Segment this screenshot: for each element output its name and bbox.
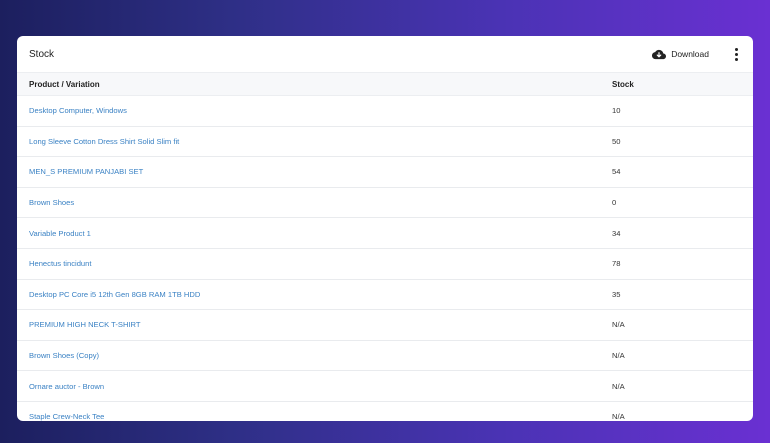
- stock-table: Product / Variation Stock Desktop Comput…: [17, 72, 753, 421]
- stock-value: N/A: [608, 340, 753, 372]
- stock-value: 34: [608, 217, 753, 249]
- table-row: Desktop Computer, Windows 10: [17, 95, 753, 127]
- product-link[interactable]: Staple Crew-Neck Tee: [17, 401, 608, 421]
- product-link[interactable]: Brown Shoes: [17, 187, 608, 219]
- table-row: Desktop PC Core i5 12th Gen 8GB RAM 1TB …: [17, 279, 753, 311]
- table-header-row: Product / Variation Stock: [17, 72, 753, 96]
- table-row: MEN_S PREMIUM PANJABI SET 54: [17, 156, 753, 188]
- card-header: Stock Download: [17, 36, 753, 72]
- table-row: Variable Product 1 34: [17, 217, 753, 249]
- download-button[interactable]: Download: [648, 47, 713, 62]
- stock-value: N/A: [608, 370, 753, 402]
- product-link[interactable]: PREMIUM HIGH NECK T-SHIRT: [17, 309, 608, 341]
- product-link[interactable]: Brown Shoes (Copy): [17, 340, 608, 372]
- card-title: Stock: [29, 48, 55, 60]
- table-row: Brown Shoes 0: [17, 187, 753, 219]
- stock-value: 10: [608, 95, 753, 127]
- column-header-stock[interactable]: Stock: [608, 72, 753, 96]
- table-row: PREMIUM HIGH NECK T-SHIRT N/A: [17, 309, 753, 341]
- stock-value: 54: [608, 156, 753, 188]
- table-row: Brown Shoes (Copy) N/A: [17, 340, 753, 372]
- table-row: Ornare auctor - Brown N/A: [17, 370, 753, 402]
- stock-value: N/A: [608, 401, 753, 421]
- product-link[interactable]: Ornare auctor - Brown: [17, 370, 608, 402]
- stock-value: N/A: [608, 309, 753, 341]
- stock-card: Stock Download Product / Variation Stock: [17, 36, 753, 421]
- table-row: Long Sleeve Cotton Dress Shirt Solid Sli…: [17, 126, 753, 158]
- product-link[interactable]: Long Sleeve Cotton Dress Shirt Solid Sli…: [17, 126, 608, 158]
- kebab-menu-icon: [734, 47, 738, 51]
- download-label: Download: [671, 49, 709, 59]
- product-link[interactable]: Variable Product 1: [17, 217, 608, 249]
- stock-value: 50: [608, 126, 753, 158]
- cloud-download-icon: [652, 49, 667, 59]
- header-actions: Download: [648, 44, 743, 64]
- product-link[interactable]: Desktop Computer, Windows: [17, 95, 608, 127]
- stock-value: 0: [608, 187, 753, 219]
- stock-value: 35: [608, 279, 753, 311]
- table-row: Staple Crew-Neck Tee N/A: [17, 401, 753, 421]
- table-body: Desktop Computer, Windows 10 Long Sleeve C…: [17, 95, 753, 421]
- product-link[interactable]: Henectus tincidunt: [17, 248, 608, 280]
- column-header-product[interactable]: Product / Variation: [17, 72, 608, 96]
- table-row: Henectus tincidunt 78: [17, 248, 753, 280]
- product-link[interactable]: MEN_S PREMIUM PANJABI SET: [17, 156, 608, 188]
- stock-value: 78: [608, 248, 753, 280]
- more-options-button[interactable]: [729, 44, 743, 64]
- product-link[interactable]: Desktop PC Core i5 12th Gen 8GB RAM 1TB …: [17, 279, 608, 311]
